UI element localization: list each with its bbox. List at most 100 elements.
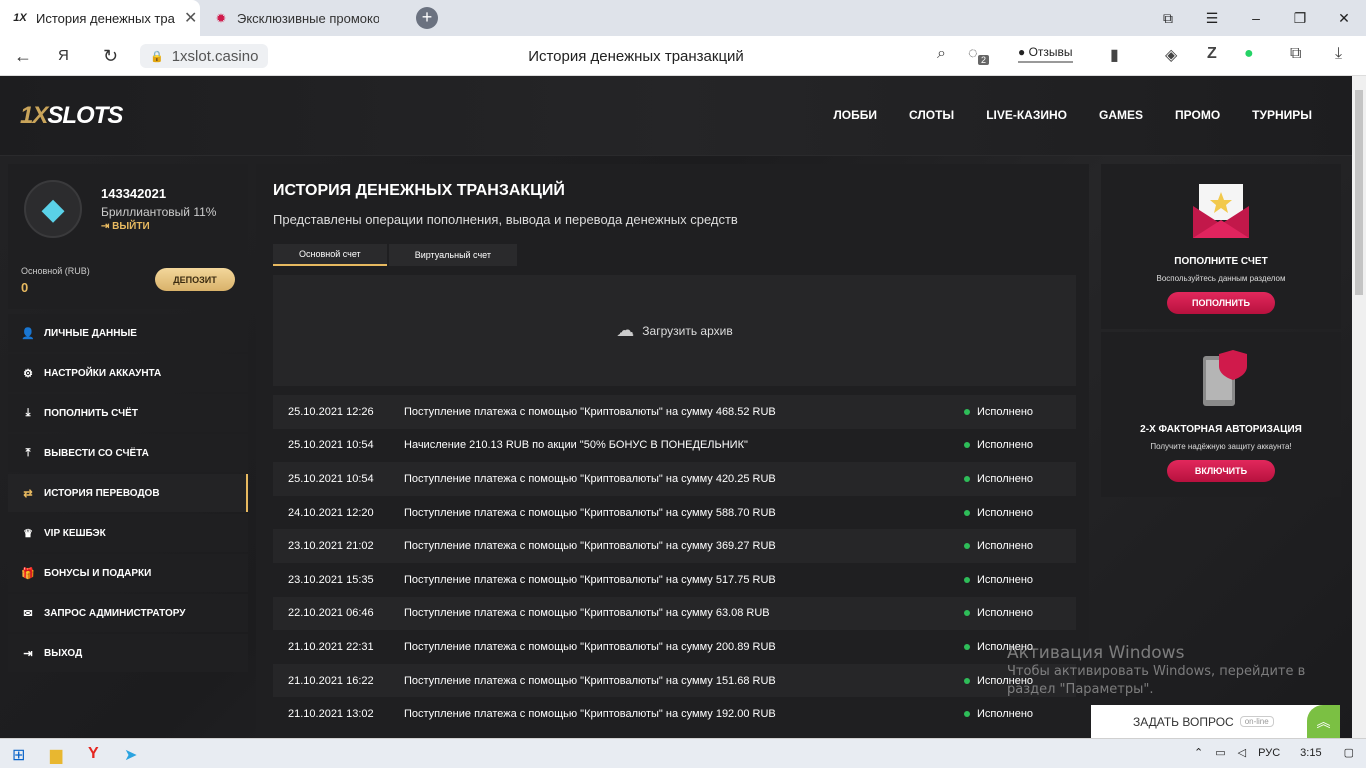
status-text: Исполнено	[977, 540, 1034, 553]
tab-promocodes[interactable]: ✹ Эксклюзивные промокод	[205, 0, 405, 36]
menu-item-label: ВЫВЕСТИ СО СЧЁТА	[44, 447, 149, 459]
nav-live-casino[interactable]: LIVE-КАЗИНО	[986, 108, 1067, 122]
reviews-button[interactable]: ● Отзывы	[1018, 45, 1073, 63]
tab-transaction-history[interactable]: 1X История денежных тра ✕	[0, 0, 200, 36]
volume-icon[interactable]: ◁	[1238, 746, 1246, 759]
yandex-browser-icon[interactable]: Y	[88, 745, 99, 763]
nav-tournaments[interactable]: ТУРНИРЫ	[1252, 108, 1312, 122]
status-text: Исполнено	[977, 607, 1034, 620]
whatsapp-icon[interactable]: ●	[1244, 45, 1254, 63]
nav-lobby[interactable]: ЛОББИ	[833, 108, 877, 122]
top-up-button[interactable]: ПОПОЛНИТЬ	[1167, 292, 1275, 314]
nav-promo[interactable]: ПРОМО	[1175, 108, 1220, 122]
logout-link[interactable]: ⇥ ВЫЙТИ	[101, 221, 150, 232]
download-icon[interactable]: ⤓	[1335, 45, 1342, 63]
table-row: 25.10.2021 10:54 Поступление платежа с по…	[273, 462, 1076, 496]
status-badge: Исполнено	[964, 473, 1033, 485]
mail-icon: ✉	[23, 607, 33, 620]
telegram-icon[interactable]: ➤	[124, 745, 137, 765]
tray-chevron-icon[interactable]: ⌃	[1194, 746, 1203, 759]
tx-date: 21.10.2021 22:31	[288, 640, 374, 653]
page-title: История денежных транзакций	[528, 48, 744, 65]
bookmarks-panel-icon[interactable]: ⧉	[1146, 10, 1190, 27]
account-menu: 👤 ЛИЧНЫЕ ДАННЫЕ ⚙ НАСТРОЙКИ АККАУНТА ⤓ ПОПО…	[8, 314, 248, 674]
download-archive-button[interactable]: ☁ Загрузить архив	[273, 275, 1076, 386]
extensions-icon[interactable]: ⧉	[1290, 45, 1301, 63]
status-dot-icon	[964, 475, 970, 482]
status-dot-icon	[964, 711, 970, 718]
menu-item-label: ИСТОРИЯ ПЕРЕВОДОВ	[44, 487, 160, 499]
table-row: 21.10.2021 16:22 Поступление платежа с по…	[273, 663, 1076, 698]
tx-description: Поступление платежа с помощью "Криптовал…	[404, 540, 776, 553]
nav-slots[interactable]: СЛОТЫ	[909, 108, 954, 122]
windows-start-icon[interactable]: ⊞	[12, 745, 25, 765]
menu-item-vip-cashback[interactable]: ♛ VIP КЕШБЭК	[8, 514, 248, 552]
site-favicon-icon: 1X	[13, 12, 27, 24]
menu-item-bonuses[interactable]: 🎁 БОНУСЫ И ПОДАРКИ	[8, 554, 248, 592]
chat-label: ЗАДАТЬ ВОПРОС	[1133, 714, 1234, 729]
notifications-badge: 2	[978, 55, 990, 65]
close-window-icon[interactable]: ✕	[1322, 10, 1366, 27]
network-icon[interactable]: ▭	[1215, 746, 1225, 759]
close-tab-icon[interactable]: ✕	[184, 8, 197, 28]
status-text: Исполнено	[977, 439, 1034, 452]
site-logo[interactable]: 1XSLOTS	[20, 102, 123, 130]
chevron-up-icon[interactable]: ︽	[1307, 705, 1340, 738]
page-scrollbar[interactable]	[1352, 76, 1366, 738]
table-row: 25.10.2021 10:54 Начисление 210.13 RUB по…	[273, 428, 1076, 463]
status-text: Исполнено	[977, 506, 1034, 519]
menu-item-label: ВЫХОД	[44, 647, 83, 659]
ask-question-chat[interactable]: ЗАДАТЬ ВОПРОС on-line ︽	[1091, 705, 1340, 738]
minimize-icon[interactable]: –	[1234, 10, 1278, 26]
notifications-icon[interactable]: ◌	[968, 45, 978, 63]
enable-2fa-button[interactable]: ВКЛЮЧИТЬ	[1167, 460, 1275, 482]
notification-center-icon[interactable]: ▢	[1344, 746, 1354, 759]
tab-virtual-account[interactable]: Виртуальный счет	[388, 244, 517, 266]
status-text: Исполнено	[977, 573, 1034, 586]
table-row: 21.10.2021 22:31 Поступление платежа с по…	[273, 630, 1076, 664]
menu-item-label: ПОПОЛНИТЬ СЧЁТ	[44, 407, 138, 419]
menu-item-deposit[interactable]: ⤓ ПОПОЛНИТЬ СЧЁТ	[8, 394, 248, 432]
menu-icon[interactable]: ☰	[1190, 10, 1234, 27]
status-text: Исполнено	[977, 405, 1034, 418]
transactions-table: 25.10.2021 12:26 Поступление платежа с по…	[273, 395, 1076, 731]
status-dot-icon	[964, 576, 970, 583]
promo-2fa-card: 2-Х ФАКТОРНАЯ АВТОРИЗАЦИЯ Получите надёж…	[1101, 332, 1341, 497]
tab-main-account[interactable]: Основной счет	[273, 244, 387, 266]
menu-item-account-settings[interactable]: ⚙ НАСТРОЙКИ АККАУНТА	[8, 354, 248, 392]
tab-title: Эксклюзивные промокод	[237, 10, 379, 26]
tx-description: Поступление платежа с помощью "Криптовал…	[404, 674, 776, 687]
menu-item-admin-request[interactable]: ✉ ЗАПРОС АДМИНИСТРАТОРУ	[8, 594, 248, 632]
menu-item-personal-data[interactable]: 👤 ЛИЧНЫЕ ДАННЫЕ	[8, 314, 248, 352]
gift-icon: 🎁	[21, 567, 35, 580]
z-extension-icon[interactable]: Z	[1207, 45, 1217, 63]
file-explorer-icon[interactable]: ▆	[50, 745, 62, 765]
tx-date: 21.10.2021 13:02	[288, 708, 374, 721]
deposit-button[interactable]: ДЕПОЗИТ	[155, 268, 235, 291]
input-language[interactable]: РУС	[1258, 747, 1280, 759]
promo-title: ПОПОЛНИТЕ СЧЕТ	[1174, 256, 1268, 267]
table-row: 23.10.2021 15:35 Поступление платежа с по…	[273, 562, 1076, 597]
menu-item-withdraw[interactable]: ⤒ ВЫВЕСТИ СО СЧЁТА	[8, 434, 248, 472]
status-dot-icon	[964, 643, 970, 650]
menu-item-exit[interactable]: ⇥ ВЫХОД	[8, 634, 248, 672]
search-icon[interactable]: ⌕	[937, 45, 946, 63]
scrollbar-thumb[interactable]	[1355, 90, 1363, 295]
tx-date: 23.10.2021 15:35	[288, 573, 374, 586]
restore-icon[interactable]: ❐	[1278, 10, 1322, 27]
menu-item-transfer-history[interactable]: ⇄ ИСТОРИЯ ПЕРЕВОДОВ	[8, 474, 248, 512]
nav-games[interactable]: GAMES	[1099, 108, 1143, 122]
promo-title: 2-Х ФАКТОРНАЯ АВТОРИЗАЦИЯ	[1140, 424, 1302, 435]
tx-description: Начисление 210.13 RUB по акции "50% БОНУ…	[404, 439, 748, 452]
table-row: 22.10.2021 06:46 Поступление платежа с по…	[273, 596, 1076, 631]
promo-subtitle: Получите надёжную защиту аккаунта!	[1150, 442, 1292, 451]
mask-extension-icon[interactable]: ◈	[1165, 45, 1177, 65]
new-tab-button[interactable]: +	[416, 7, 438, 29]
user-id: 143342021	[101, 186, 167, 201]
exit-icon: ⇥	[23, 647, 33, 660]
bookmark-icon[interactable]: ▮	[1110, 45, 1119, 65]
tx-date: 22.10.2021 06:46	[288, 607, 374, 620]
profile-card: ◆ 143342021 Бриллиантовый 11% ⇥ ВЫЙТИ Ос…	[8, 164, 248, 309]
clock[interactable]: 3:15	[1300, 747, 1321, 759]
section-title: ИСТОРИЯ ДЕНЕЖНЫХ ТРАНЗАКЦИЙ	[273, 182, 565, 199]
